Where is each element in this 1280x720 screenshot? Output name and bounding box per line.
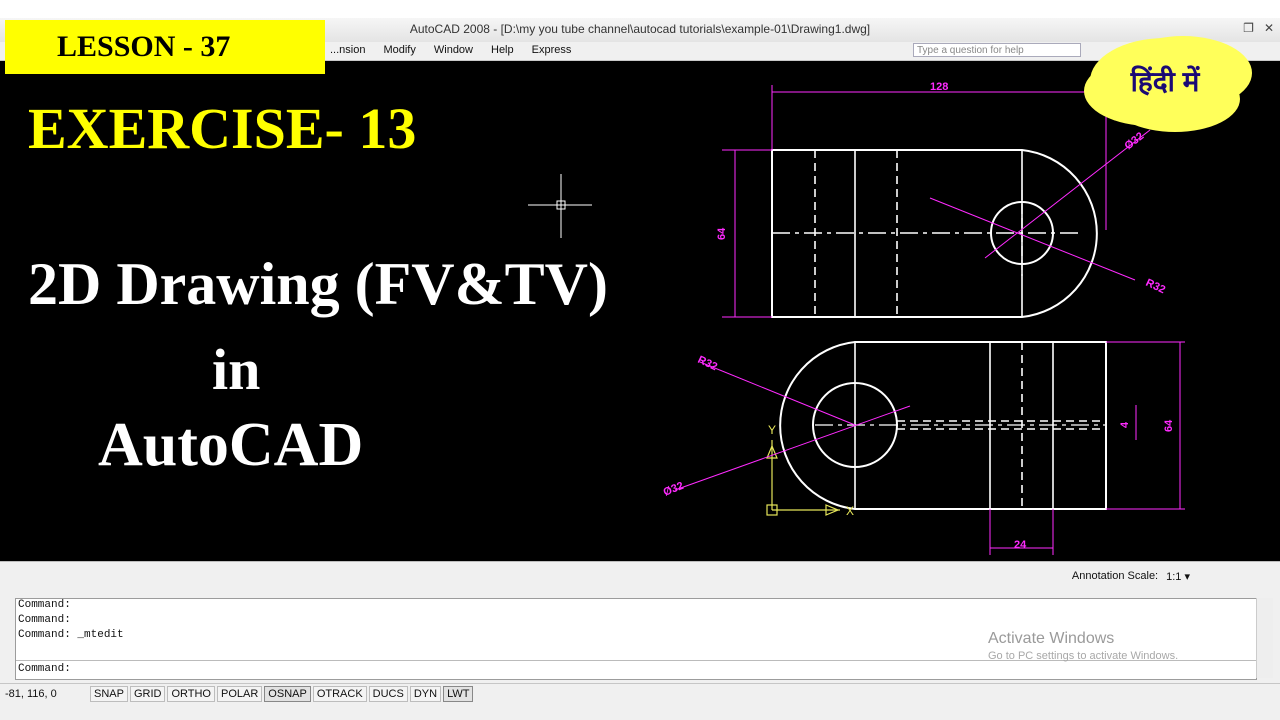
dim-4: 4 [1119,421,1131,428]
annotation-scale[interactable]: Annotation Scale: 1:1 ▾ [1072,570,1190,583]
help-search-input[interactable]: Type a question for help [913,43,1081,57]
restore-icon[interactable]: ❐ [1243,21,1254,35]
menu-express[interactable]: Express [532,44,572,56]
dim-dia-front: Ø32 [1122,130,1146,152]
menu-help[interactable]: Help [491,44,514,56]
coordinates-readout: -81, 116, 0 [5,688,57,700]
dim-64-front: 64 [716,227,728,240]
bottom-strip [0,705,1280,720]
dim-128: 128 [930,81,948,93]
watermark-sub: Go to PC settings to activate Windows. [988,650,1179,662]
toggle-dyn[interactable]: DYN [409,686,442,702]
toggle-ducs[interactable]: DUCS [368,686,408,702]
exercise-title: EXERCISE- 13 [28,96,417,161]
menu-items: ...nsion Modify Window Help Express [330,44,571,56]
toggle-ortho[interactable]: ORTHO [167,686,215,702]
dimensions [674,85,1185,555]
dim-dia-top: Ø32 [662,480,686,499]
dim-r32-front: R32 [1144,277,1167,296]
annotation-bar: Annotation Scale: 1:1 ▾ [0,561,1280,592]
lesson-banner: LESSON - 37 [5,20,325,74]
menu-window[interactable]: Window [434,44,473,56]
annotation-value[interactable]: 1:1 ▾ [1166,570,1190,583]
subtitle-line-3: AutoCAD [98,411,364,479]
hindi-badge: हिंदी में [1090,38,1240,124]
watermark-title: Activate Windows [988,630,1115,647]
subtitle-line-2: in [212,337,261,402]
dim-r32-top: R32 [696,354,719,373]
toggle-grid[interactable]: GRID [129,686,166,702]
status-bar: -81, 116, 0 SNAP GRID ORTHO POLAR OSNAP … [0,683,1280,706]
svg-text:Y: Y [768,423,776,437]
annotation-label: Annotation Scale: [1071,570,1159,582]
command-history-line: Command: [18,599,71,611]
activate-watermark: Activate Windows Go to PC settings to ac… [988,630,1178,662]
close-icon[interactable]: ✕ [1264,21,1274,35]
toggle-snap[interactable]: SNAP [90,686,128,702]
menu-modify[interactable]: Modify [383,44,415,56]
menu-dimension[interactable]: ...nsion [330,44,365,56]
drafting-toggles: SNAP GRID ORTHO POLAR OSNAP OTRACK DUCS … [90,686,474,702]
command-prompt[interactable]: Command: [18,663,71,675]
dim-24: 24 [1014,539,1027,551]
command-history-line: Command: [18,614,71,626]
toggle-polar[interactable]: POLAR [217,686,263,702]
svg-text:X: X [846,504,854,518]
window-controls: ❐ ✕ [1243,21,1274,35]
dim-64-top: 64 [1163,419,1175,432]
top-strip [0,0,1280,19]
toggle-lwt[interactable]: LWT [443,686,474,702]
command-scrollbar[interactable] [1256,598,1273,678]
toggle-otrack[interactable]: OTRACK [312,686,367,702]
toggle-osnap[interactable]: OSNAP [264,686,311,702]
subtitle-line-1: 2D Drawing (FV&TV) [28,251,608,317]
